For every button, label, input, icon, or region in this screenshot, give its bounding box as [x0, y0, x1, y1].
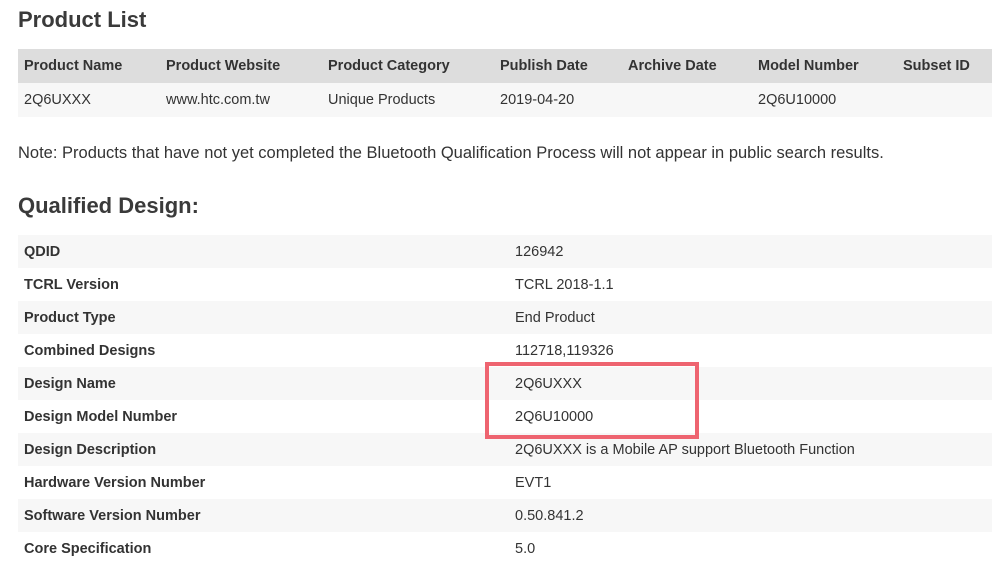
- row-value: 2Q6UXXX is a Mobile AP support Bluetooth…: [509, 433, 992, 466]
- row-label: TCRL Version: [18, 268, 509, 301]
- qualification-note: Note: Products that have not yet complet…: [18, 144, 884, 162]
- cell-product-name: 2Q6UXXX: [18, 83, 160, 117]
- table-row-combined-designs: Combined Designs 112718,119326: [18, 334, 992, 367]
- column-header-archive-date: Archive Date: [622, 49, 752, 83]
- product-list-header-row: Product Name Product Website Product Cat…: [18, 49, 992, 83]
- row-value: EVT1: [509, 466, 992, 499]
- row-value: 112718,119326: [509, 334, 992, 367]
- table-row-design-name: Design Name 2Q6UXXX: [18, 367, 992, 400]
- column-header-model-number: Model Number: [752, 49, 897, 83]
- cell-subset-id: [897, 83, 992, 117]
- table-row-design-model-number: Design Model Number 2Q6U10000: [18, 400, 992, 433]
- row-label: Design Name: [18, 367, 509, 400]
- row-value: 2Q6UXXX: [509, 367, 992, 400]
- product-list-title: Product List: [18, 7, 147, 32]
- table-row-product-type: Product Type End Product: [18, 301, 992, 334]
- product-list-table: Product Name Product Website Product Cat…: [18, 49, 992, 117]
- table-row-tcrl-version: TCRL Version TCRL 2018-1.1: [18, 268, 992, 301]
- cell-product-category: Unique Products: [322, 83, 494, 117]
- row-label: Product Type: [18, 301, 509, 334]
- row-label: Design Model Number: [18, 400, 509, 433]
- table-row: 2Q6UXXX www.htc.com.tw Unique Products 2…: [18, 83, 992, 117]
- cell-model-number: 2Q6U10000: [752, 83, 897, 117]
- qualified-design-table: QDID 126942 TCRL Version TCRL 2018-1.1 P…: [18, 235, 992, 565]
- column-header-product-category: Product Category: [322, 49, 494, 83]
- row-value: 126942: [509, 235, 992, 268]
- row-label: QDID: [18, 235, 509, 268]
- table-row-design-description: Design Description 2Q6UXXX is a Mobile A…: [18, 433, 992, 466]
- row-label: Hardware Version Number: [18, 466, 509, 499]
- row-value: 0.50.841.2: [509, 499, 992, 532]
- table-row-core-specification: Core Specification 5.0: [18, 532, 992, 565]
- cell-publish-date: 2019-04-20: [494, 83, 622, 117]
- row-value: 5.0: [509, 532, 992, 565]
- table-row-hardware-version: Hardware Version Number EVT1: [18, 466, 992, 499]
- row-value: End Product: [509, 301, 992, 334]
- row-value: 2Q6U10000: [509, 400, 992, 433]
- column-header-product-website: Product Website: [160, 49, 322, 83]
- row-label: Design Description: [18, 433, 509, 466]
- cell-product-website: www.htc.com.tw: [160, 83, 322, 117]
- row-label: Combined Designs: [18, 334, 509, 367]
- table-row-qdid: QDID 126942: [18, 235, 992, 268]
- row-label: Core Specification: [18, 532, 509, 565]
- cell-archive-date: [622, 83, 752, 117]
- column-header-publish-date: Publish Date: [494, 49, 622, 83]
- row-value: TCRL 2018-1.1: [509, 268, 992, 301]
- row-label: Software Version Number: [18, 499, 509, 532]
- table-row-software-version: Software Version Number 0.50.841.2: [18, 499, 992, 532]
- qualified-design-title: Qualified Design:: [18, 193, 199, 218]
- column-header-subset-id: Subset ID: [897, 49, 992, 83]
- column-header-product-name: Product Name: [18, 49, 160, 83]
